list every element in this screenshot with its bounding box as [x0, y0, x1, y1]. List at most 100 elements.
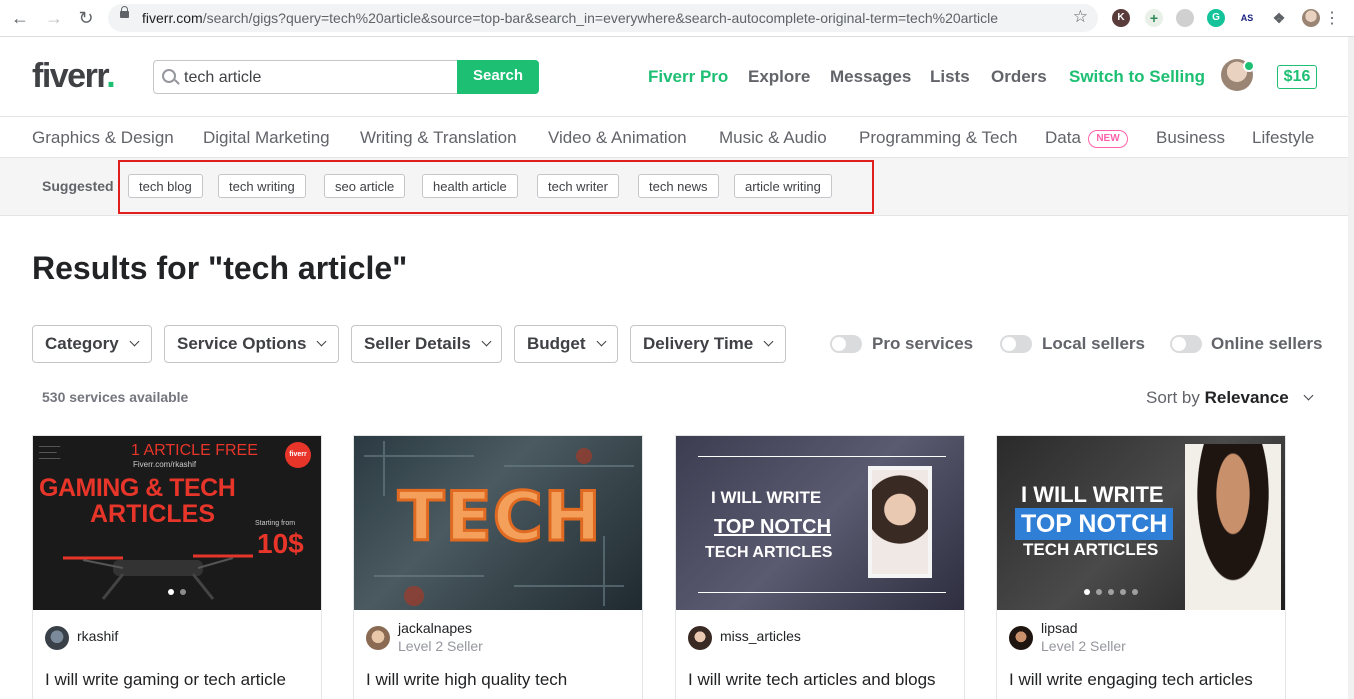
online-status-dot: [1243, 60, 1255, 72]
extension-k-icon[interactable]: K: [1112, 9, 1130, 27]
filter-service-options[interactable]: Service Options: [164, 325, 339, 363]
filter-delivery-time[interactable]: Delivery Time: [630, 325, 786, 363]
suggested-label: Suggested: [42, 178, 114, 194]
chevron-down-icon: [129, 336, 140, 347]
services-count: 530 services available: [42, 389, 189, 405]
browser-toolbar: ← → ↻ fiverr.com/search/gigs?query=tech%…: [0, 0, 1354, 37]
divider: [698, 456, 946, 457]
reload-icon[interactable]: ↻: [76, 8, 96, 28]
gig-thumbnail[interactable]: ────── ───── ────── 1 ARTICLE FREE Fiverr.…: [33, 436, 321, 610]
thumbnail-text: ARTICLES: [90, 500, 215, 528]
category-video-animation[interactable]: Video & Animation: [548, 128, 687, 148]
profile-photo: [868, 466, 932, 578]
gig-thumbnail[interactable]: I WILL WRITE TOP NOTCH TECH ARTICLES: [997, 436, 1285, 610]
gig-card[interactable]: I WILL WRITE TOP NOTCH TECH ARTICLES lip…: [996, 435, 1286, 699]
gig-title[interactable]: I will write engaging tech articles: [1009, 670, 1253, 690]
gig-card[interactable]: ────── ───── ────── 1 ARTICLE FREE Fiverr.…: [32, 435, 322, 699]
globe-icon[interactable]: [1176, 9, 1194, 27]
grammarly-icon[interactable]: G: [1207, 9, 1225, 27]
category-music-audio[interactable]: Music & Audio: [719, 128, 827, 148]
carousel-dots[interactable]: [33, 582, 321, 600]
thumbnail-text: TECH: [397, 477, 603, 559]
site-header: fiverr. Search Fiverr Pro Explore Messag…: [0, 37, 1354, 117]
nav-fiverr-pro[interactable]: Fiverr Pro: [648, 67, 728, 87]
thumbnail-text: TOP NOTCH: [714, 516, 832, 538]
gig-title[interactable]: I will write tech articles and blogs: [688, 670, 936, 690]
chevron-down-icon: [596, 336, 606, 347]
bookmark-star-icon[interactable]: ☆: [1073, 7, 1088, 27]
sort-dropdown[interactable]: Sort by Relevance: [1146, 388, 1314, 408]
gig-title[interactable]: I will write high quality tech: [366, 670, 567, 690]
balance-badge[interactable]: $16: [1277, 65, 1317, 89]
toggle-pro-services[interactable]: [830, 335, 862, 353]
seller-avatar[interactable]: [45, 626, 69, 650]
toggle-label-pro-services: Pro services: [872, 334, 974, 353]
seller-avatar[interactable]: [1009, 626, 1033, 650]
thumbnail-text: I WILL WRITE: [711, 488, 822, 507]
category-business[interactable]: Business: [1156, 128, 1225, 148]
nav-explore[interactable]: Explore: [748, 67, 810, 87]
thumbnail-text: 1 ARTICLE FREE: [131, 442, 258, 459]
new-badge: NEW: [1088, 130, 1128, 148]
search-icon: [162, 69, 176, 83]
search-button[interactable]: Search: [457, 60, 539, 94]
gig-card[interactable]: I WILL WRITE TOP NOTCH TECH ARTICLES mis…: [675, 435, 965, 699]
toggle-online-sellers[interactable]: [1170, 335, 1202, 353]
category-menu: Graphics & Design Digital Marketing Writ…: [0, 117, 1354, 158]
category-data[interactable]: Data: [1045, 128, 1081, 148]
filter-category[interactable]: Category: [32, 325, 152, 363]
page-scrollbar[interactable]: [1348, 37, 1354, 699]
toggle-label-local-sellers: Local sellers: [1042, 334, 1146, 353]
thumbnail-fineprint: ────── ───── ──────: [39, 444, 61, 462]
nav-orders[interactable]: Orders: [991, 67, 1047, 87]
seller-avatar[interactable]: [366, 626, 390, 650]
thumbnail-text: GAMING & TECH: [39, 474, 236, 502]
seller-name[interactable]: rkashif: [77, 628, 118, 644]
seller-level: Level 2 Seller: [398, 638, 483, 654]
address-bar[interactable]: fiverr.com/search/gigs?query=tech%20arti…: [108, 4, 1098, 32]
fiverr-logo[interactable]: fiverr.: [32, 57, 116, 96]
chevron-down-icon: [316, 336, 327, 347]
extension-as-icon[interactable]: AS: [1238, 9, 1256, 27]
extension-plus-icon[interactable]: +: [1145, 9, 1163, 27]
gig-thumbnail[interactable]: I WILL WRITE TOP NOTCH TECH ARTICLES: [676, 436, 964, 610]
nav-lists[interactable]: Lists: [930, 67, 970, 87]
thumbnail-text: TECH ARTICLES: [1023, 540, 1159, 559]
filter-budget[interactable]: Budget: [514, 325, 618, 363]
toggle-local-sellers[interactable]: [1000, 335, 1032, 353]
filter-seller-details[interactable]: Seller Details: [351, 325, 502, 363]
category-programming-tech[interactable]: Programming & Tech: [859, 128, 1017, 148]
chevron-down-icon: [1303, 390, 1314, 401]
thumbnail-text: Starting from: [255, 520, 296, 527]
category-digital-marketing[interactable]: Digital Marketing: [203, 128, 330, 148]
search-input[interactable]: [182, 66, 446, 90]
thumbnail-text: TOP NOTCH: [1015, 508, 1174, 540]
category-lifestyle[interactable]: Lifestyle: [1252, 128, 1314, 148]
nav-switch-to-selling[interactable]: Switch to Selling: [1069, 67, 1205, 87]
seller-name[interactable]: lipsad: [1041, 620, 1078, 636]
gig-title[interactable]: I will write gaming or tech article: [45, 670, 286, 690]
gig-card[interactable]: TECH jackalnapes Level 2 Seller I will w…: [353, 435, 643, 699]
nav-messages[interactable]: Messages: [830, 67, 911, 87]
browser-menu-icon[interactable]: ⋮: [1324, 8, 1340, 28]
thumbnail-text: Fiverr.com/rkashif: [133, 460, 197, 469]
search-box: [153, 60, 458, 94]
category-writing-translation[interactable]: Writing & Translation: [360, 128, 517, 148]
toggle-label-online-sellers: Online sellers: [1211, 334, 1323, 353]
thumbnail-text: I WILL WRITE: [1021, 482, 1164, 507]
seller-name[interactable]: miss_articles: [720, 628, 801, 644]
profile-avatar-icon[interactable]: [1302, 9, 1320, 27]
chevron-down-icon: [481, 336, 492, 347]
extensions-puzzle-icon[interactable]: ❖: [1270, 9, 1288, 27]
thumbnail-text: 10$: [257, 528, 304, 559]
seller-name[interactable]: jackalnapes: [398, 620, 472, 636]
results-title: Results for "tech article": [32, 250, 408, 286]
forward-arrow-icon[interactable]: →: [44, 8, 64, 28]
thumbnail-text: TECH ARTICLES: [705, 544, 833, 561]
lock-icon: [120, 6, 129, 18]
carousel-dots[interactable]: [997, 582, 1255, 600]
seller-avatar[interactable]: [688, 626, 712, 650]
category-graphics-design[interactable]: Graphics & Design: [32, 128, 174, 148]
back-arrow-icon[interactable]: ←: [10, 8, 30, 28]
gig-thumbnail[interactable]: TECH: [354, 436, 642, 610]
